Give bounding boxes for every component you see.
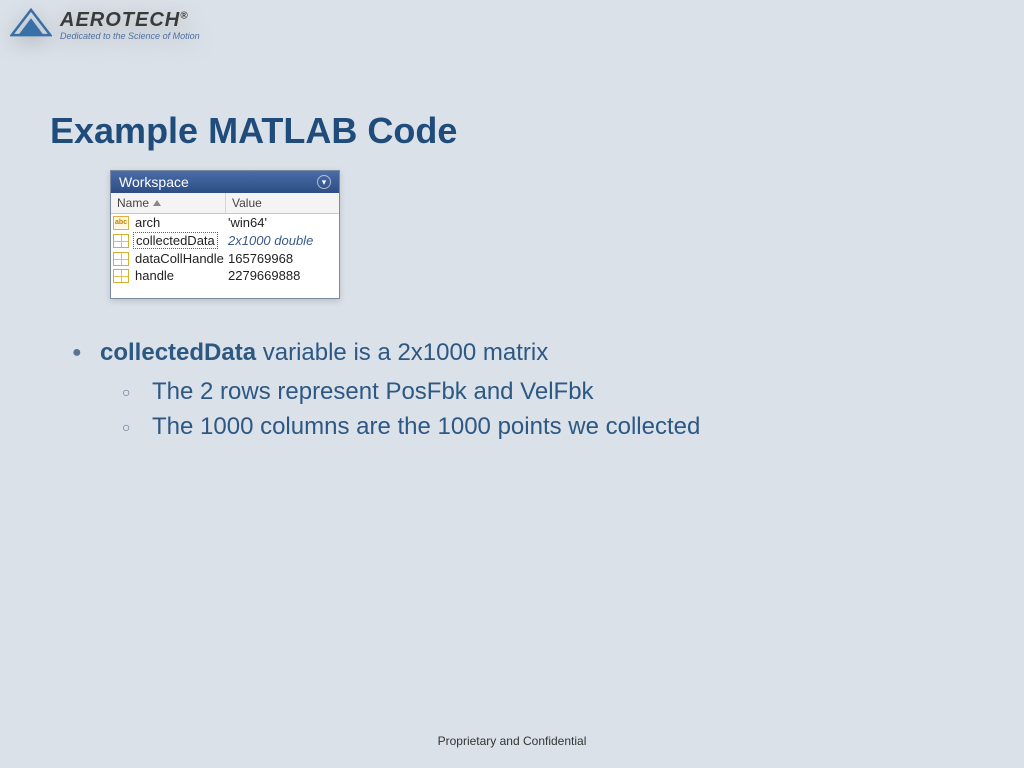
workspace-var-value: 165769968: [228, 251, 337, 266]
workspace-row[interactable]: abcarch'win64': [111, 214, 339, 231]
bullet-sub-2: The 1000 columns are the 1000 points we …: [122, 410, 700, 445]
logo-mark-icon: [10, 8, 52, 42]
matrix-var-icon: [113, 234, 129, 248]
sort-ascending-icon: [153, 200, 161, 206]
bullet-main: collectedData variable is a 2x1000 matri…: [72, 336, 700, 444]
header-name[interactable]: Name: [111, 193, 226, 213]
workspace-var-value: 2279669888: [228, 268, 337, 283]
matlab-workspace-panel: Workspace ▾ Name Value abcarch'win64'col…: [110, 170, 340, 299]
matrix-var-icon: [113, 252, 129, 266]
workspace-row[interactable]: handle2279669888: [111, 267, 339, 284]
workspace-var-name: handle: [113, 268, 228, 283]
footer-text: Proprietary and Confidential: [0, 734, 1024, 748]
header-value[interactable]: Value: [226, 193, 339, 213]
aerotech-logo: AEROTECH® Dedicated to the Science of Mo…: [10, 8, 200, 42]
workspace-body: abcarch'win64'collectedData2x1000 double…: [111, 214, 339, 298]
bullet-sub-1: The 2 rows represent PosFbk and VelFbk: [122, 375, 700, 410]
workspace-titlebar: Workspace ▾: [111, 171, 339, 193]
workspace-var-name: abcarch: [113, 215, 228, 230]
panel-collapse-icon[interactable]: ▾: [317, 175, 331, 189]
workspace-var-name: collectedData: [113, 232, 228, 249]
slide-body: collectedData variable is a 2x1000 matri…: [72, 336, 700, 444]
slide-title: Example MATLAB Code: [50, 110, 457, 152]
matrix-var-icon: [113, 269, 129, 283]
string-var-icon: abc: [113, 216, 129, 230]
workspace-row[interactable]: collectedData2x1000 double: [111, 231, 339, 250]
brand-name: AEROTECH®: [60, 10, 200, 30]
bullet-main-bold: collectedData: [100, 339, 256, 366]
workspace-title-text: Workspace: [119, 174, 189, 190]
workspace-var-value: 'win64': [228, 215, 337, 230]
workspace-var-value: 2x1000 double: [228, 233, 337, 248]
brand-tagline: Dedicated to the Science of Motion: [60, 32, 200, 41]
workspace-column-headers: Name Value: [111, 193, 339, 214]
workspace-row[interactable]: dataCollHandle165769968: [111, 250, 339, 267]
workspace-var-name: dataCollHandle: [113, 251, 228, 266]
bullet-main-rest: variable is a 2x1000 matrix: [256, 339, 548, 366]
